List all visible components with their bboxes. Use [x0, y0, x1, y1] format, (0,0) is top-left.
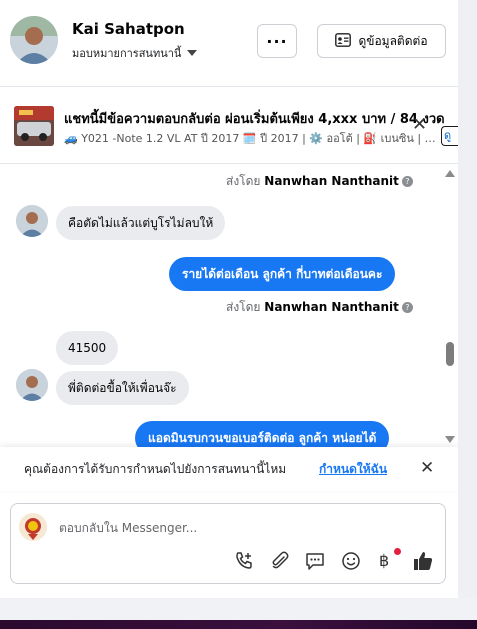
close-prompt-icon[interactable]: ✕	[420, 458, 434, 478]
conversation-panel: Kai Sahatpon มอบหมายการสนทนานี้ ··· ดูข้…	[0, 0, 458, 598]
ad-subtitle: 🚙 Y021 -Note 1.2 VL AT ปี 2017 🗓️ ปี 201…	[64, 132, 436, 145]
window-bottom-area	[0, 598, 477, 620]
sender-name: Nanwhan Nanthanit	[264, 300, 399, 314]
incoming-message: 41500	[56, 331, 119, 365]
view-contact-button[interactable]: ดูข้อมูลติดต่อ	[317, 24, 446, 58]
incoming-message: คือตัดไม่แล้วแต่บูโรไม่ลบให้	[56, 206, 226, 240]
sent-by-label: ส่งโดย	[226, 300, 261, 314]
paperclip-icon[interactable]	[269, 550, 291, 572]
sent-by-label: ส่งโดย	[226, 174, 261, 188]
contact-avatar-small	[16, 369, 48, 401]
sender-name: Nanwhan Nanthanit	[264, 174, 399, 188]
page-avatar	[19, 513, 47, 541]
close-ad-icon[interactable]: ✕	[412, 116, 427, 134]
contact-card-icon	[335, 32, 352, 50]
message-composer[interactable]: ตอบกลับใน Messenger... ฿	[10, 503, 446, 584]
view-contact-label: ดูข้อมูลติดต่อ	[358, 33, 428, 48]
incoming-message: พี่ติดต่อขื้อให้เพื่อนจ๊ะ	[56, 371, 189, 405]
contact-name: Kai Sahatpon	[72, 20, 185, 38]
ad-title: แชทนี้มีข้อความตอบกลับต่อ ผ่อนเริ่มต้นเพ…	[64, 112, 445, 127]
window-gutter	[458, 0, 477, 598]
contact-avatar[interactable]	[10, 16, 58, 64]
assign-to-me-link[interactable]: กำหนดให้ฉัน	[319, 460, 387, 479]
phone-add-icon[interactable]	[233, 550, 255, 572]
help-icon[interactable]: ?	[401, 176, 413, 187]
taskbar-strip	[0, 620, 477, 629]
view-ad-button[interactable]: ดู	[441, 126, 458, 146]
ad-thumbnail[interactable]	[14, 106, 54, 146]
scroll-down-arrow-icon[interactable]	[445, 436, 455, 443]
notification-dot	[394, 548, 401, 555]
emoji-icon[interactable]	[340, 550, 362, 572]
caret-down-icon	[187, 50, 198, 56]
help-icon[interactable]: ?	[401, 302, 413, 313]
scrollbar-thumb[interactable]	[446, 342, 454, 366]
ellipsis-icon: ···	[266, 31, 288, 51]
header-divider	[0, 86, 458, 87]
assign-label: มอบหมายการสนทนานี้	[72, 47, 182, 60]
contact-avatar-small	[16, 205, 48, 237]
outgoing-message: รายได้ต่อเดือน ลูกค้า กี่บาทต่อเดือนคะ	[169, 257, 396, 291]
sent-by-line: ส่งโดย Nanwhan Nanthanit?	[226, 298, 413, 317]
more-options-button[interactable]: ···	[257, 24, 297, 58]
thumbs-up-icon[interactable]	[412, 550, 434, 572]
assign-prompt-text: คุณต้องการได้รับการกำหนดไปยังการสนทนานี้…	[24, 462, 287, 476]
scroll-up-arrow-icon[interactable]	[445, 170, 455, 177]
reply-input[interactable]: ตอบกลับใน Messenger...	[59, 519, 197, 538]
assign-prompt-bar: คุณต้องการได้รับการกำหนดไปยังการสนทนานี้…	[0, 447, 458, 491]
assign-dropdown[interactable]: มอบหมายการสนทนานี้	[72, 44, 198, 62]
payment-icon[interactable]: ฿	[379, 551, 389, 570]
saved-reply-icon[interactable]	[304, 550, 326, 572]
sent-by-line: ส่งโดย Nanwhan Nanthanit?	[226, 172, 413, 191]
ad-divider	[0, 163, 458, 164]
